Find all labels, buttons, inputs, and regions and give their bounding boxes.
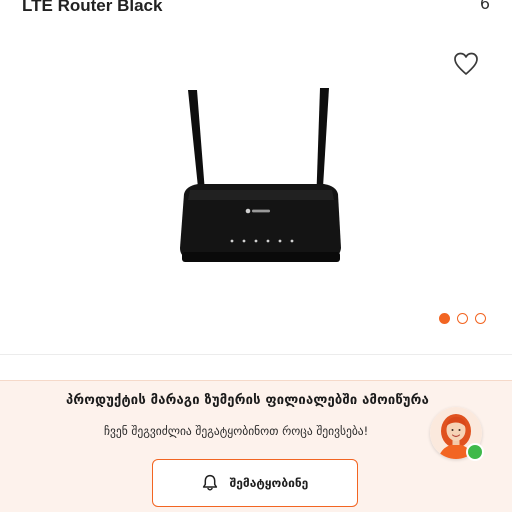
product-title: LTE Router Black: [22, 0, 163, 15]
out-of-stock-subtext: ჩვენ შეგვიძლია შეგატყობინოთ როცა შეივსებ…: [104, 424, 369, 438]
gallery-dot-3[interactable]: [475, 313, 486, 324]
bell-icon: [202, 474, 218, 492]
support-agent-avatar: [430, 407, 484, 461]
notify-me-button-label: შემატყობინე: [229, 476, 309, 490]
gallery-dot-1[interactable]: [439, 313, 450, 324]
out-of-stock-heading: პროდუქტის მარაგი ზუმერის ფილიალებში ამოი…: [66, 393, 429, 408]
gallery-dot-2[interactable]: [457, 313, 468, 324]
wishlist-button[interactable]: [453, 52, 479, 76]
out-of-stock-panel: პროდუქტის მარაგი ზუმერის ფილიალებში ამოი…: [0, 380, 512, 512]
section-divider: [0, 354, 512, 355]
online-status-indicator: [466, 443, 484, 461]
header-glyph: 6: [479, 0, 490, 13]
product-image[interactable]: [150, 80, 370, 280]
gallery-pagination: [439, 313, 486, 324]
heart-outline-icon: [453, 52, 479, 76]
notify-me-button[interactable]: შემატყობინე: [152, 459, 358, 507]
